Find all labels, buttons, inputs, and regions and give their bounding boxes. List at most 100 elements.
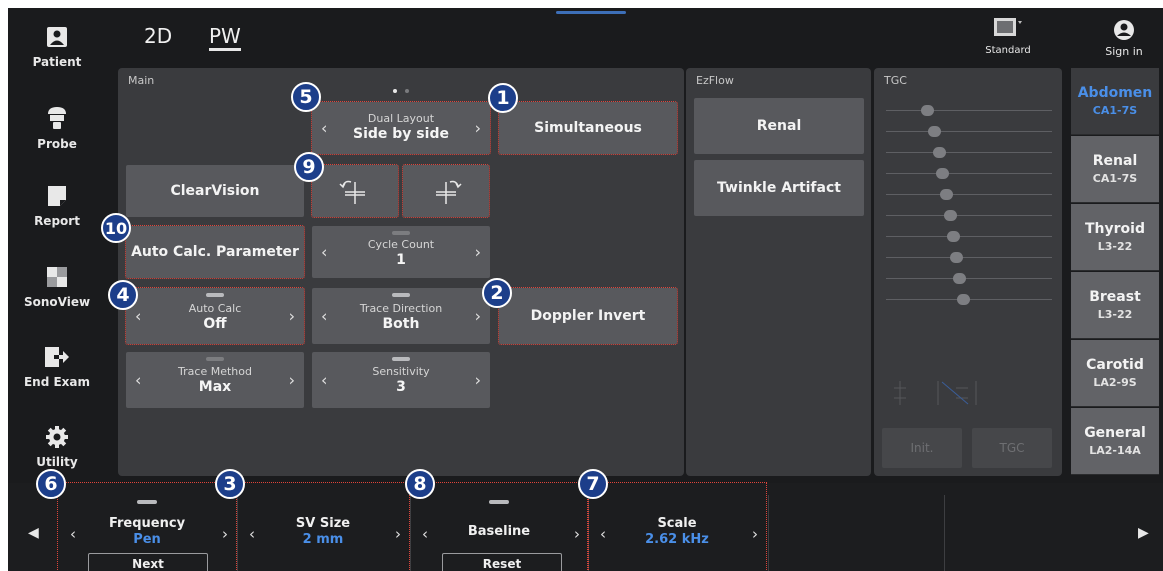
sv-size-control[interactable]: ‹ SV Size 2 mm ›	[236, 482, 410, 571]
tab-2d[interactable]: 2D	[144, 24, 172, 48]
scroll-right-icon[interactable]: ▶	[1138, 525, 1149, 541]
chevron-right-icon[interactable]: ›	[574, 525, 580, 543]
chevron-right-icon[interactable]: ›	[289, 307, 295, 326]
sidebar-item-label: Utility	[36, 455, 78, 469]
state-pill	[392, 231, 410, 235]
badge-3: 3	[215, 469, 245, 499]
tgc-slider-knob[interactable]	[939, 189, 953, 200]
baseline-label: Baseline	[467, 524, 531, 539]
tgc-slider-track	[886, 236, 1052, 237]
ezflow-panel: EzFlow Renal Twinkle Artifact	[686, 68, 871, 476]
tgc-slider-knob[interactable]	[946, 231, 960, 242]
simultaneous-button[interactable]: Simultaneous	[498, 101, 678, 155]
sidebar-item-label: Report	[34, 214, 80, 228]
preset-abdomen[interactable]: Abdomen CA1-7S	[1071, 68, 1159, 135]
probe-icon	[48, 107, 66, 129]
tgc-slider-knob[interactable]	[956, 294, 970, 305]
chevron-right-icon[interactable]: ›	[289, 371, 295, 390]
preset-name: Carotid	[1086, 357, 1144, 373]
rotate-right-button[interactable]	[402, 164, 490, 218]
baseline-reset-button[interactable]: Reset	[442, 553, 562, 571]
cycle-count-control[interactable]: ‹ Cycle Count 1 ›	[312, 226, 490, 278]
tgc-slider-knob[interactable]	[949, 252, 963, 263]
sensitivity-value: 3	[396, 379, 406, 395]
sidebar-item-end-exam[interactable]: End Exam	[8, 346, 106, 390]
auto-calc-parameter-button[interactable]: Auto Calc. Parameter	[125, 225, 305, 279]
auto-calc-control[interactable]: ‹ Auto Calc Off ›	[125, 287, 305, 345]
sign-in-button[interactable]: Sign in	[1094, 19, 1154, 58]
display-mode-button[interactable]: Standard	[968, 17, 1048, 56]
preset-breast[interactable]: Breast L3-22	[1071, 272, 1159, 339]
tgc-init-button[interactable]: Init.	[882, 428, 962, 468]
scroll-left-icon[interactable]: ◀	[28, 525, 39, 541]
panel-title-tgc: TGC	[884, 74, 907, 87]
frequency-next-button[interactable]: Next	[88, 553, 208, 571]
trace-method-control[interactable]: ‹ Trace Method Max ›	[126, 352, 304, 408]
scale-control[interactable]: ‹ Scale 2.62 kHz ›	[587, 482, 767, 571]
preset-renal[interactable]: Renal CA1-7S	[1071, 136, 1159, 203]
trace-direction-control[interactable]: ‹ Trace Direction Both ›	[312, 288, 490, 344]
preset-carotid[interactable]: Carotid LA2-9S	[1071, 340, 1159, 407]
sensitivity-control[interactable]: ‹ Sensitivity 3 ›	[312, 352, 490, 408]
sidebar-item-probe[interactable]: Probe	[8, 106, 106, 152]
tgc-slider-knob[interactable]	[920, 105, 934, 116]
tgc-slider-knob[interactable]	[952, 273, 966, 284]
baseline-control[interactable]: ‹ Baseline › Reset	[409, 482, 589, 571]
auto-calc-value: Off	[203, 316, 227, 332]
auto-calc-label: Auto Calc	[188, 302, 242, 315]
doppler-invert-button[interactable]: Doppler Invert	[498, 287, 678, 345]
ezflow-renal-button[interactable]: Renal	[694, 98, 864, 154]
chevron-right-icon[interactable]: ›	[475, 307, 481, 326]
sidebar-item-label: Probe	[37, 137, 77, 151]
tgc-slider-knob[interactable]	[943, 210, 957, 221]
preset-general[interactable]: General LA2-14A	[1071, 408, 1159, 475]
sidebar-item-sonoview[interactable]: SonoView	[8, 266, 106, 310]
monitor-icon	[994, 18, 1022, 36]
frequency-control[interactable]: ‹ Frequency Pen › Next	[57, 482, 237, 571]
preset-thyroid[interactable]: Thyroid L3-22	[1071, 204, 1159, 271]
tgc-slider-track	[886, 194, 1052, 195]
cycle-count-label: Cycle Count	[367, 238, 435, 251]
badge-5: 5	[291, 82, 321, 112]
clearvision-button[interactable]: ClearVision	[126, 165, 304, 217]
dual-layout-control[interactable]: ‹ Dual Layout Side by side ›	[311, 101, 491, 155]
ultrasound-screen: Patient Probe Report SonoView End Exam U…	[8, 8, 1163, 571]
sv-size-value: 2 mm	[302, 532, 344, 547]
sidebar-item-label: SonoView	[23, 295, 91, 309]
page-dots	[393, 78, 410, 97]
chevron-right-icon[interactable]: ›	[475, 243, 481, 262]
preset-name: Abdomen	[1077, 85, 1153, 101]
scale-label: Scale	[657, 516, 697, 531]
tgc-slider-track	[886, 110, 1052, 111]
chevron-right-icon[interactable]: ›	[475, 119, 481, 138]
sidebar-item-label: End Exam	[23, 375, 91, 389]
tgc-slider-track	[886, 278, 1052, 279]
divider	[944, 495, 945, 571]
patient-icon	[47, 27, 67, 47]
chevron-right-icon[interactable]: ›	[752, 525, 758, 543]
sidebar-item-report[interactable]: Report	[8, 185, 106, 229]
tgc-panel: TGC Init. TGC	[874, 68, 1062, 476]
tgc-button[interactable]: TGC	[972, 428, 1052, 468]
tgc-slider-knob[interactable]	[932, 147, 946, 158]
rotate-left-button[interactable]	[311, 164, 399, 218]
trace-direction-label: Trace Direction	[359, 302, 443, 315]
badge-9: 9	[294, 152, 324, 182]
sidebar-item-utility[interactable]: Utility	[8, 426, 106, 470]
chevron-right-icon[interactable]: ›	[475, 371, 481, 390]
preset-probe: LA2-9S	[1093, 376, 1137, 389]
scale-value: 2.62 kHz	[645, 532, 709, 547]
tgc-slider-knob[interactable]	[927, 126, 941, 137]
badge-4: 4	[108, 280, 138, 310]
badge-1: 1	[488, 83, 518, 113]
chevron-right-icon[interactable]: ›	[395, 525, 401, 543]
tab-pw[interactable]: PW	[209, 24, 241, 51]
frequency-value: Pen	[133, 532, 161, 547]
sv-size-label: SV Size	[295, 516, 351, 531]
sidebar-item-patient[interactable]: Patient	[8, 26, 106, 70]
display-mode-label: Standard	[985, 45, 1031, 56]
user-avatar-icon	[1114, 20, 1134, 40]
chevron-right-icon[interactable]: ›	[222, 525, 228, 543]
tgc-slider-knob[interactable]	[935, 168, 949, 179]
ezflow-twinkle-artifact-button[interactable]: Twinkle Artifact	[694, 160, 864, 216]
